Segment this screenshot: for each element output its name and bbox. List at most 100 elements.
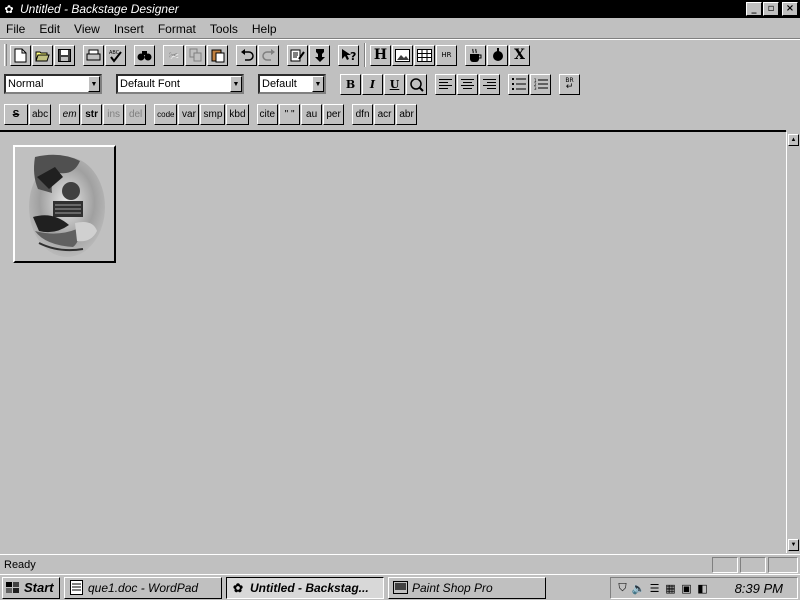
speaker-icon[interactable]: 🔈	[631, 581, 646, 596]
numbered-list-icon[interactable]: 123	[530, 73, 551, 95]
abc-button[interactable]: abc	[29, 103, 52, 125]
title-bar: ✿ Untitled - Backstage Designer _ ▫ ×	[0, 0, 800, 18]
em-button[interactable]: em	[59, 103, 81, 125]
minimize-button[interactable]: _	[746, 2, 762, 16]
format-toolbar: Normal ▼ Default Font ▼ Default ▼ B I U …	[0, 70, 581, 98]
backstage-logo-graphic	[15, 147, 114, 261]
close-button[interactable]: ×	[782, 2, 798, 16]
align-center-icon[interactable]	[457, 73, 478, 95]
acronym-button[interactable]: acr	[374, 103, 396, 125]
chevron-down-icon[interactable]: ▼	[88, 76, 100, 92]
status-panel-2	[740, 556, 766, 573]
taskbar-button-paintshop[interactable]: Paint Shop Pro	[388, 576, 546, 599]
menu-edit[interactable]: Edit	[37, 22, 66, 36]
start-button[interactable]: Start	[2, 576, 60, 599]
task-label-wordpad: que1.doc - WordPad	[88, 580, 199, 595]
author-button[interactable]: au	[301, 103, 323, 125]
menu-bar: File Edit View Insert Format Tools Help	[0, 19, 800, 38]
align-left-icon[interactable]	[435, 73, 456, 95]
status-bar: Ready	[0, 554, 800, 574]
var-button[interactable]: var	[178, 103, 200, 125]
copy-icon[interactable]	[185, 44, 206, 66]
taskbar-button-backstage[interactable]: ✿ Untitled - Backstag...	[226, 576, 384, 599]
spell-check-icon[interactable]: ABC	[105, 44, 126, 66]
status-panel-1	[712, 556, 738, 573]
network-icon[interactable]: ☰	[647, 581, 662, 596]
scheduler-icon[interactable]: ▦	[663, 581, 678, 596]
vertical-scrollbar[interactable]: ▲ ▼	[786, 132, 800, 553]
redo-icon[interactable]	[258, 44, 279, 66]
font-value: Default Font	[120, 78, 180, 90]
menu-tools[interactable]: Tools	[208, 22, 244, 36]
status-panel-3	[768, 556, 798, 573]
quote-button[interactable]: " "	[279, 103, 301, 125]
help-pointer-icon[interactable]: ?	[338, 44, 359, 66]
underline-button[interactable]: U	[384, 73, 405, 95]
align-right-icon[interactable]	[479, 73, 500, 95]
save-disk-icon[interactable]	[54, 44, 75, 66]
del-button[interactable]: del	[125, 103, 147, 125]
undo-icon[interactable]	[236, 44, 257, 66]
paint-shop-icon	[392, 580, 408, 596]
pin-icon[interactable]	[309, 44, 330, 66]
bullet-list-icon[interactable]	[508, 73, 529, 95]
ins-button[interactable]: ins	[103, 103, 125, 125]
samp-button[interactable]: smp	[200, 103, 226, 125]
backstage-app-icon[interactable]: ✿	[2, 2, 16, 16]
dfn-button[interactable]: dfn	[352, 103, 374, 125]
print-icon[interactable]	[83, 44, 104, 66]
size-combo[interactable]: Default ▼	[258, 74, 326, 94]
horizontal-rule-icon[interactable]: HR	[436, 44, 457, 66]
line-break-button[interactable]: BR ↵	[559, 73, 580, 95]
menu-separator	[0, 38, 800, 40]
person-button[interactable]: per	[323, 103, 345, 125]
menu-file[interactable]: File	[4, 22, 31, 36]
scroll-down-icon[interactable]: ▼	[788, 539, 799, 551]
bold-button[interactable]: B	[340, 73, 361, 95]
task-label-backstage: Untitled - Backstag...	[250, 580, 369, 595]
close-x-icon[interactable]: X	[509, 44, 530, 66]
kbd-button[interactable]: kbd	[226, 103, 249, 125]
scroll-up-icon[interactable]: ▲	[788, 134, 799, 146]
maximize-button[interactable]: ▫	[763, 2, 779, 16]
italic-button[interactable]: I	[362, 73, 383, 95]
tag-toolbar: S abc em str ins del code var smp kbd ci…	[0, 100, 418, 128]
abbrev-button[interactable]: abr	[396, 103, 418, 125]
backstage-app-icon: ✿	[232, 580, 244, 595]
chevron-down-icon[interactable]: ▼	[230, 76, 242, 92]
window-controls: _ ▫ ×	[745, 2, 798, 16]
table-icon[interactable]	[414, 44, 435, 66]
new-document-icon[interactable]	[10, 44, 31, 66]
menu-view[interactable]: View	[72, 22, 106, 36]
taskbar-button-wordpad[interactable]: que1.doc - WordPad	[64, 576, 222, 599]
strike-button[interactable]: S	[4, 103, 28, 125]
power-icon[interactable]: ◧	[695, 581, 710, 596]
image-icon[interactable]	[392, 44, 413, 66]
strong-button[interactable]: str	[81, 103, 103, 125]
heading-icon[interactable]: H	[370, 44, 391, 66]
inserted-graphic[interactable]	[13, 145, 116, 263]
window-title: Untitled - Backstage Designer	[20, 2, 179, 16]
cite-button[interactable]: cite	[256, 103, 279, 125]
style-combo[interactable]: Normal ▼	[4, 74, 102, 94]
edit-icon[interactable]	[287, 44, 308, 66]
cut-icon[interactable]: ✂	[163, 44, 184, 66]
menu-format[interactable]: Format	[156, 22, 202, 36]
toolbar-grip[interactable]	[4, 44, 7, 66]
open-folder-icon[interactable]	[32, 44, 53, 66]
menu-insert[interactable]: Insert	[112, 22, 150, 36]
chevron-down-icon[interactable]: ▼	[312, 76, 324, 92]
script-icon[interactable]	[487, 44, 508, 66]
monitor-icon[interactable]: ▣	[679, 581, 694, 596]
text-color-icon[interactable]	[406, 73, 427, 95]
taskbar-clock[interactable]: 8:39 PM	[735, 581, 783, 596]
document-workspace[interactable]	[0, 130, 786, 553]
shield-icon[interactable]: ⛉	[615, 581, 630, 596]
code-button[interactable]: code	[154, 103, 178, 125]
font-combo[interactable]: Default Font ▼	[116, 74, 244, 94]
menu-help[interactable]: Help	[250, 22, 283, 36]
taskbar: Start que1.doc - WordPad ✿ Untitled - Ba…	[0, 574, 800, 600]
find-binoculars-icon[interactable]	[134, 44, 155, 66]
java-cup-icon[interactable]	[465, 44, 486, 66]
paste-icon[interactable]	[207, 44, 228, 66]
